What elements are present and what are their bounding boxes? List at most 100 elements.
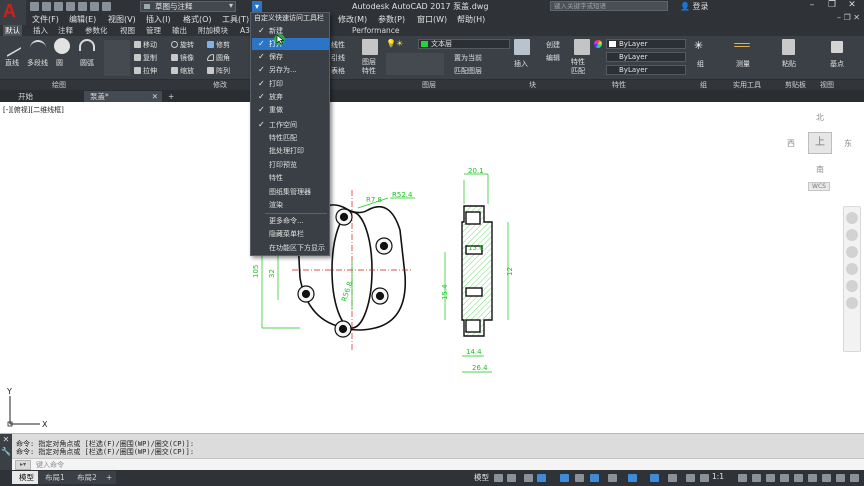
customization-menu-icon[interactable] — [850, 474, 859, 482]
circle-button[interactable]: 圆 — [56, 58, 63, 68]
leader-button[interactable]: 引线 — [331, 53, 345, 63]
search-input[interactable]: 键入关键字或短语 — [550, 1, 668, 11]
units-icon[interactable] — [766, 474, 775, 482]
print-icon[interactable] — [78, 2, 87, 11]
viewcube-east[interactable]: 东 — [844, 138, 852, 149]
create-block-button[interactable]: 创建 — [546, 40, 560, 50]
line-icon[interactable] — [7, 34, 21, 58]
panel-label-layer[interactable]: 图层 — [422, 80, 436, 90]
minimize-icon[interactable]: – — [802, 0, 822, 12]
viewport-label[interactable]: [-][俯视][二维线框] — [3, 105, 64, 115]
wcs-menu[interactable]: WCS — [808, 182, 830, 191]
lightbulb-icon[interactable]: 💡 — [386, 39, 396, 48]
fillet-button[interactable]: 圆角 — [216, 53, 230, 63]
base-point-icon[interactable] — [831, 41, 843, 53]
restore-icon[interactable]: ❐ — [822, 0, 842, 12]
tab-start[interactable]: 开始 — [12, 91, 39, 102]
panel-label-view[interactable]: 视图 — [820, 80, 834, 90]
polar-icon[interactable] — [537, 474, 546, 482]
object-snap-tracking-icon[interactable] — [575, 474, 584, 482]
qat-menu-save-as[interactable]: 另存为... — [252, 64, 329, 76]
layer-properties-icon[interactable] — [362, 39, 378, 55]
match-layer-button[interactable]: 匹配图层 — [454, 66, 482, 76]
close-command-icon[interactable]: ✕ — [0, 434, 12, 446]
sun-icon[interactable]: ☀ — [396, 39, 403, 48]
clean-screen-icon[interactable] — [836, 474, 845, 482]
3d-osnap-icon[interactable] — [668, 474, 677, 482]
circle-icon[interactable] — [54, 38, 70, 54]
panel-label-modify[interactable]: 修改 — [213, 80, 227, 90]
customize-command-icon[interactable]: 🔧 — [0, 446, 12, 458]
annotation-monitor-icon[interactable] — [752, 474, 761, 482]
edit-block-button[interactable]: 编辑 — [546, 53, 560, 63]
group-button[interactable]: 组 — [697, 59, 704, 69]
annotation-scale[interactable]: 1:1 — [712, 472, 724, 481]
viewcube-south[interactable]: 南 — [816, 164, 824, 175]
group-icon[interactable]: ✳ — [694, 39, 708, 53]
qat-menu-open[interactable]: 打开 — [252, 38, 329, 50]
login-button[interactable]: 👤 登录 — [680, 1, 709, 12]
tab-manage[interactable]: 管理 — [144, 25, 163, 36]
save-icon[interactable] — [54, 2, 63, 11]
new-tab-icon[interactable]: + — [164, 91, 178, 102]
panel-label-group[interactable]: 组 — [700, 80, 707, 90]
tab-layout2[interactable]: 布局2 — [70, 471, 104, 484]
menu-window[interactable]: 窗口(W) — [417, 14, 447, 25]
insert-block-icon[interactable] — [514, 39, 530, 55]
qat-menu-workspace[interactable]: 工作空间 — [252, 119, 329, 131]
quick-properties-icon[interactable] — [780, 474, 789, 482]
tab-addins[interactable]: 附加模块 — [196, 25, 230, 36]
arc-icon[interactable] — [79, 39, 95, 51]
qat-menu-render[interactable]: 渲染 — [252, 199, 329, 211]
transparency-icon[interactable] — [628, 474, 637, 482]
panel-label-properties[interactable]: 特性 — [612, 80, 626, 90]
new-file-icon[interactable] — [30, 2, 39, 11]
arc-button[interactable]: 圆弧 — [80, 58, 94, 68]
lock-ui-icon[interactable] — [794, 474, 803, 482]
tab-close-icon[interactable]: ✕ — [152, 91, 158, 102]
menu-edit[interactable]: 编辑(E) — [69, 14, 96, 25]
nav-more-icon[interactable] — [846, 297, 858, 309]
move-button[interactable]: 移动 — [143, 40, 157, 50]
panel-label-block[interactable]: 块 — [529, 80, 536, 90]
grid-icon[interactable] — [494, 474, 503, 482]
menu-tools[interactable]: 工具(T) — [222, 14, 249, 25]
stretch-button[interactable]: 拉伸 — [143, 66, 157, 76]
layer-select[interactable]: 文本层 — [418, 39, 510, 49]
command-prompt-icon[interactable]: ▸▾ — [15, 460, 31, 470]
object-snap-icon[interactable] — [590, 474, 599, 482]
viewcube-top-face[interactable]: 上 — [808, 132, 832, 154]
menu-help[interactable]: 帮助(H) — [457, 14, 485, 25]
polyline-button[interactable]: 多段线 — [27, 58, 48, 68]
paste-button[interactable]: 粘贴 — [782, 59, 796, 69]
rotate-button[interactable]: 旋转 — [180, 40, 194, 50]
isolate-objects-icon[interactable] — [808, 474, 817, 482]
command-window-handle[interactable]: ✕ 🔧 — [0, 434, 12, 471]
linetype-select[interactable]: ByLayer — [606, 52, 686, 62]
line-button[interactable]: 直线 — [5, 58, 19, 68]
viewcube-north[interactable]: 北 — [816, 112, 824, 123]
workspace-switch-icon[interactable] — [738, 474, 747, 482]
hardware-accel-icon[interactable] — [822, 474, 831, 482]
qat-menu-sheetset[interactable]: 图纸集管理器 — [252, 186, 329, 198]
tab-view[interactable]: 视图 — [118, 25, 137, 36]
showmotion-icon[interactable] — [846, 280, 858, 292]
annotation-visibility-icon[interactable] — [686, 474, 695, 482]
tab-annotate[interactable]: 注释 — [56, 25, 75, 36]
close-icon[interactable]: ✕ — [842, 0, 862, 12]
qat-menu-undo[interactable]: 放弃 — [252, 91, 329, 103]
zoom-icon[interactable] — [846, 246, 858, 258]
viewcube[interactable]: 北 西 东 南 上 WCS — [780, 108, 860, 198]
measure-button[interactable]: 测量 — [736, 59, 750, 69]
undo-icon[interactable] — [90, 2, 99, 11]
app-logo[interactable]: A — [0, 0, 26, 25]
base-point-button[interactable]: 基点 — [830, 59, 844, 69]
tab-output[interactable]: 输出 — [170, 25, 189, 36]
tab-layout1[interactable]: 布局1 — [38, 471, 72, 484]
menu-view[interactable]: 视图(V) — [108, 14, 136, 25]
array-button[interactable]: 阵列 — [216, 66, 230, 76]
isodraft-icon[interactable] — [560, 474, 569, 482]
menu-modify[interactable]: 修改(M) — [338, 14, 367, 25]
menu-insert[interactable]: 插入(I) — [146, 14, 171, 25]
panel-label-utilities[interactable]: 实用工具 — [733, 80, 761, 90]
